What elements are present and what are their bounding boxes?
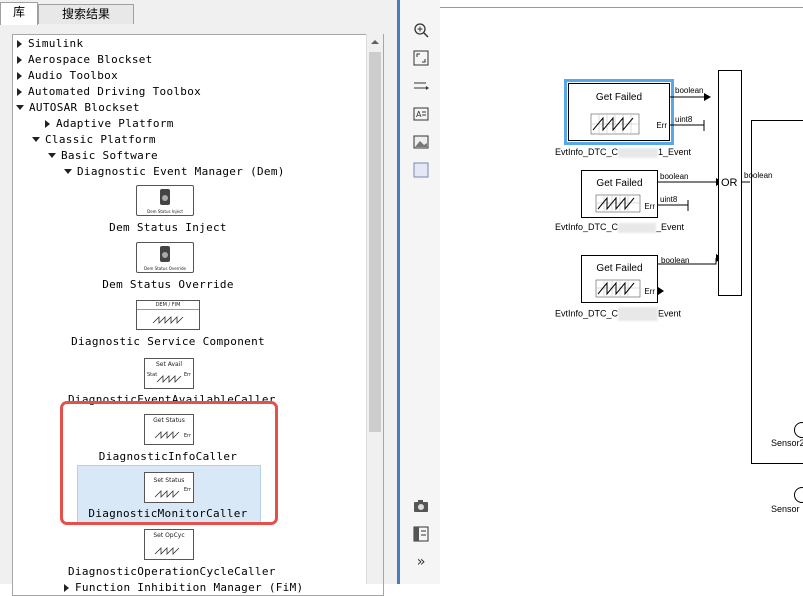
expand-icon[interactable]: »	[413, 554, 429, 570]
model-canvas[interactable]: Get Failed Err boolean uint8 EvtInfo_DTC…	[440, 0, 803, 584]
expand-arrow-icon[interactable]	[17, 40, 22, 48]
tree-item-dem[interactable]: Diagnostic Event Manager (Dem)	[64, 165, 285, 179]
highlight-annotation	[60, 401, 278, 525]
tree-item-basic-software[interactable]: Basic Software	[48, 149, 158, 163]
block-1-caption[interactable]: EvtInfo_DTC_C 1_Event	[555, 147, 691, 158]
tree-item-automated-driving[interactable]: Automated Driving Toolbox	[17, 85, 201, 99]
scrollbar-thumb[interactable]	[369, 52, 381, 432]
collapse-arrow-icon[interactable]	[16, 105, 24, 110]
get-failed-block-2[interactable]: Get Failed Err	[581, 170, 658, 218]
area-icon[interactable]	[413, 162, 429, 178]
subsystem-block[interactable]	[751, 120, 803, 464]
tab-bar: 库 搜索结果	[0, 0, 397, 25]
waveform-icon	[595, 194, 641, 213]
block-thumb-diagnostic-operation-cycle-caller[interactable]: Set OpCyc	[144, 529, 194, 560]
tree-scrollbar[interactable]	[366, 34, 383, 584]
fit-to-view-icon[interactable]	[413, 50, 429, 66]
annotation-icon[interactable]: A	[413, 106, 429, 122]
block-thumb-diagnostic-service-component[interactable]: DEM / FIM	[136, 300, 200, 330]
block-label-diagnostic-operation-cycle-caller[interactable]: DiagnosticOperationCycleCaller	[68, 565, 275, 578]
waveform-icon	[154, 547, 180, 555]
tree-item-aerospace[interactable]: Aerospace Blockset	[17, 53, 153, 67]
tree-item-autosar[interactable]: AUTOSAR Blockset	[16, 101, 140, 115]
sensor2-port-icon[interactable]	[794, 422, 803, 438]
block-2-caption[interactable]: EvtInfo_DTC_C _Event	[555, 222, 684, 233]
sensor2-label: Sensor2	[771, 438, 803, 448]
camera-icon[interactable]	[413, 498, 429, 514]
tree-item-simulink[interactable]: Simulink	[17, 37, 83, 51]
tab-library[interactable]: 库	[0, 2, 38, 25]
zoom-in-icon[interactable]	[413, 22, 429, 38]
or-block[interactable]: OR	[718, 70, 742, 296]
tree-item-fim-partial[interactable]: Function Inhibition Manager (FiM)	[64, 581, 303, 595]
tab-search-results[interactable]: 搜索结果	[38, 4, 134, 24]
collapse-arrow-icon[interactable]	[32, 137, 40, 142]
expand-arrow-icon[interactable]	[17, 56, 22, 64]
waveform-icon	[590, 113, 640, 135]
get-failed-block-3[interactable]: Get Failed Err	[581, 255, 658, 303]
tree-item-classic-platform[interactable]: Classic Platform	[32, 133, 156, 147]
expand-arrow-icon[interactable]	[17, 88, 22, 96]
collapse-arrow-icon[interactable]	[48, 153, 56, 158]
collapse-arrow-icon[interactable]	[64, 169, 72, 174]
block-label-dem-status-override[interactable]: Dem Status Override	[73, 278, 263, 291]
sensor-port-icon[interactable]	[794, 487, 803, 503]
block-label-dem-status-inject[interactable]: Dem Status Inject	[73, 221, 263, 234]
get-failed-block-1[interactable]: Get Failed Err	[568, 83, 670, 141]
palette-toolbar: A »	[400, 0, 441, 584]
image-icon[interactable]	[413, 134, 429, 150]
waveform-icon	[156, 375, 182, 383]
expand-arrow-icon[interactable]	[45, 120, 50, 128]
sensor-label: Sensor	[771, 504, 800, 514]
model-browser-icon[interactable]	[413, 526, 429, 542]
library-browser: 库 搜索结果 Simulink Aerospace Blockset Audio…	[0, 0, 397, 596]
block-label-diagnostic-service-component[interactable]: Diagnostic Service Component	[68, 335, 268, 348]
waveform-icon	[595, 279, 641, 298]
signal-lines-icon[interactable]	[413, 78, 429, 94]
waveform-icon	[152, 316, 184, 324]
svg-text:A: A	[416, 110, 422, 119]
expand-arrow-icon[interactable]	[17, 72, 22, 80]
expand-arrow-icon[interactable]	[64, 584, 69, 592]
block-3-caption[interactable]: EvtInfo_DTC_C Event	[555, 307, 681, 321]
tree-item-audio[interactable]: Audio Toolbox	[17, 69, 118, 83]
block-thumb-diagnostic-event-available-caller[interactable]: Set Avail Stat Err	[144, 358, 194, 389]
tree-item-adaptive-platform[interactable]: Adaptive Platform	[45, 117, 174, 131]
scroll-up-icon[interactable]	[371, 40, 379, 44]
block-thumb-dem-status-override[interactable]: Dem Status Override	[136, 242, 194, 273]
block-thumb-dem-status-inject[interactable]: Dem Status Inject	[136, 185, 194, 216]
canvas-top-border	[440, 7, 803, 8]
